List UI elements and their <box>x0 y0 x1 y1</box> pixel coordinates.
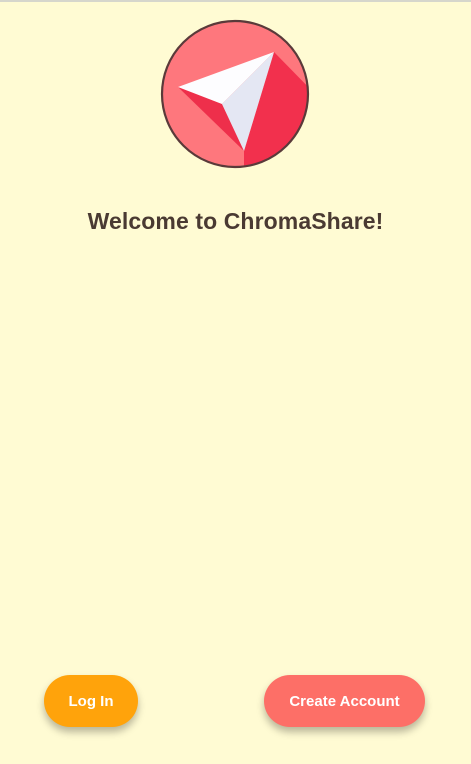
app-logo <box>160 19 310 169</box>
status-bar-edge <box>0 0 471 2</box>
login-button[interactable]: Log In <box>44 675 138 727</box>
create-account-button[interactable]: Create Account <box>264 675 425 727</box>
welcome-title: Welcome to ChromaShare! <box>87 208 384 234</box>
paper-plane-icon <box>160 19 310 169</box>
